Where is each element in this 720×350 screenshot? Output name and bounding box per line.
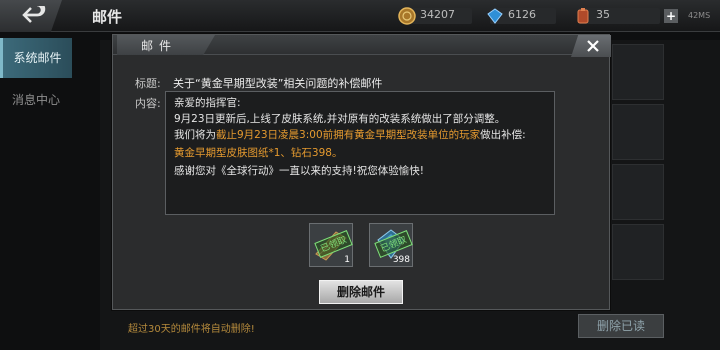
mail-subject: 关于“黄金早期型改装”相关问题的补偿邮件: [173, 77, 383, 90]
dialog-title: 邮件: [141, 39, 178, 53]
dialog-header: 邮件: [113, 35, 611, 57]
close-icon: [587, 40, 599, 52]
content-line: 我们将为截止9月23日凌晨3:00前拥有黄金早期型改装单位的玩家做出补偿:: [174, 128, 526, 142]
list-item[interactable]: [612, 44, 664, 100]
diamond-icon: [487, 8, 503, 24]
back-button[interactable]: [0, 0, 62, 32]
content-label: 内容:: [135, 97, 161, 110]
top-bar: 邮件 34207 6126 35 + 42MS: [0, 0, 720, 32]
back-arrow-icon: [22, 6, 46, 23]
sidebar-item-system-mail[interactable]: 系统邮件: [0, 38, 72, 78]
attachment-quantity: 1: [344, 255, 350, 265]
close-button[interactable]: [571, 35, 611, 57]
add-stamina-button[interactable]: +: [664, 9, 678, 23]
subject-label: 标题:: [135, 77, 161, 90]
stamina-value: 35: [596, 8, 610, 21]
content-line: 9月23日更新后,上线了皮肤系统,并对原有的改装系统做出了部分调整。: [174, 113, 506, 125]
delete-read-button[interactable]: 删除已读: [578, 314, 664, 338]
content-text: 做出补偿:: [480, 129, 526, 141]
mail-dialog: 邮件 标题: 关于“黄金早期型改装”相关问题的补偿邮件 内容: 亲爱的指挥官: …: [112, 34, 611, 310]
content-highlight: 截止9月23日凌晨3:00前拥有黄金早期型改装单位的玩家: [216, 129, 481, 141]
gem-value: 6126: [508, 8, 536, 21]
attachment-slot[interactable]: 已领取 398: [369, 223, 413, 267]
content-line: 黄金早期型皮肤图纸*1、钻石398。: [174, 147, 343, 159]
attachment-quantity: 398: [392, 255, 410, 265]
gold-coin-icon: [398, 7, 416, 25]
content-line: 亲爱的指挥官:: [174, 97, 241, 109]
gold-value: 34207: [420, 8, 455, 21]
list-item[interactable]: [612, 104, 664, 160]
list-item[interactable]: [612, 164, 664, 220]
delete-mail-button[interactable]: 删除邮件: [319, 280, 403, 304]
auto-delete-note: 超过30天的邮件将自动删除!: [128, 324, 255, 335]
ping-indicator: 42MS: [688, 11, 711, 20]
mail-content: 亲爱的指挥官: 9月23日更新后,上线了皮肤系统,并对原有的改装系统做出了部分调…: [165, 91, 555, 215]
list-item[interactable]: [612, 224, 664, 280]
attachment-slot[interactable]: 已领取 1: [309, 223, 353, 267]
content-text: 我们将为: [174, 129, 216, 141]
content-line: 感谢您对《全球行动》一直以来的支持!祝您体验愉快!: [174, 165, 424, 177]
page-title: 邮件: [92, 8, 123, 26]
fuel-icon: [577, 8, 589, 24]
sidebar-item-message-center[interactable]: 消息中心: [0, 80, 72, 120]
